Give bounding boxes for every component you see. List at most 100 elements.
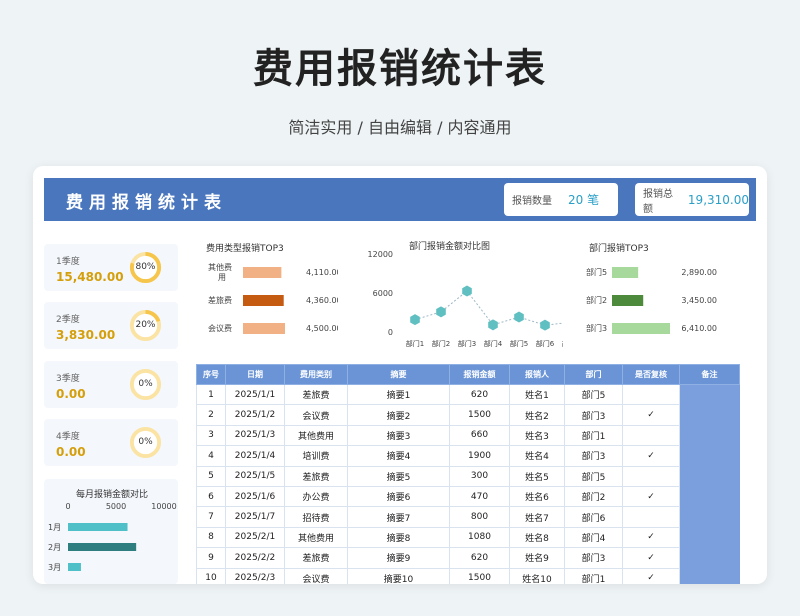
- table-cell[interactable]: 2025/1/5: [225, 465, 285, 487]
- table-cell[interactable]: 1900: [449, 445, 510, 467]
- note-cell[interactable]: [679, 567, 740, 584]
- table-cell[interactable]: 培训费: [284, 445, 348, 467]
- table-row[interactable]: 6 2025/1/6 办公费 摘要6 470 姓名6 部门2 ✓: [196, 485, 740, 508]
- table-cell[interactable]: 1500: [449, 567, 510, 584]
- table-row[interactable]: 2 2025/1/2 会议费 摘要2 1500 姓名2 部门3 ✓: [196, 404, 740, 426]
- table-cell[interactable]: [622, 424, 680, 447]
- table-cell[interactable]: 办公费: [284, 485, 348, 508]
- table-cell[interactable]: 5: [196, 465, 226, 487]
- table-cell[interactable]: 差旅费: [284, 383, 348, 406]
- table-cell[interactable]: 800: [449, 506, 510, 528]
- table-cell[interactable]: 部门5: [564, 465, 623, 487]
- table-cell[interactable]: 其他费用: [284, 526, 348, 549]
- table-row[interactable]: 5 2025/1/5 差旅费 摘要5 300 姓名5 部门5: [196, 465, 740, 487]
- table-cell[interactable]: 部门3: [564, 445, 623, 467]
- table-cell[interactable]: 姓名5: [509, 465, 565, 487]
- table-cell[interactable]: 摘要7: [347, 506, 450, 528]
- column-header[interactable]: 报销人: [509, 364, 565, 385]
- table-cell[interactable]: 摘要1: [347, 383, 450, 406]
- table-cell[interactable]: 姓名6: [509, 485, 565, 508]
- table-cell[interactable]: 2025/2/2: [225, 547, 285, 569]
- table-cell[interactable]: 摘要8: [347, 526, 450, 549]
- table-cell[interactable]: ✓: [622, 445, 680, 467]
- table-cell[interactable]: [622, 383, 680, 406]
- table-cell[interactable]: 部门6: [564, 506, 623, 528]
- table-cell[interactable]: 1: [196, 383, 226, 406]
- column-header[interactable]: 部门: [564, 364, 623, 385]
- table-cell[interactable]: 620: [449, 383, 510, 406]
- table-cell[interactable]: 摘要5: [347, 465, 450, 487]
- table-cell[interactable]: 姓名10: [509, 567, 565, 584]
- table-cell[interactable]: 2025/2/3: [225, 567, 285, 584]
- table-cell[interactable]: ✓: [622, 567, 680, 584]
- table-cell[interactable]: 3: [196, 424, 226, 447]
- table-row[interactable]: 7 2025/1/7 招待费 摘要7 800 姓名7 部门6: [196, 506, 740, 528]
- table-cell[interactable]: 部门3: [564, 547, 623, 569]
- note-cell[interactable]: [679, 547, 740, 569]
- table-cell[interactable]: 摘要10: [347, 567, 450, 584]
- note-cell[interactable]: [679, 485, 740, 508]
- table-cell[interactable]: 6: [196, 485, 226, 508]
- column-header[interactable]: 费用类别: [284, 364, 348, 385]
- table-cell[interactable]: 2025/2/1: [225, 526, 285, 549]
- note-cell[interactable]: [679, 506, 740, 528]
- table-cell[interactable]: 会议费: [284, 567, 348, 584]
- table-row[interactable]: 10 2025/2/3 会议费 摘要10 1500 姓名10 部门1 ✓: [196, 567, 740, 584]
- table-cell[interactable]: 摘要2: [347, 404, 450, 426]
- table-cell[interactable]: 招待费: [284, 506, 348, 528]
- table-cell[interactable]: 2025/1/7: [225, 506, 285, 528]
- table-row[interactable]: 9 2025/2/2 差旅费 摘要9 620 姓名9 部门3 ✓: [196, 547, 740, 569]
- table-cell[interactable]: 姓名8: [509, 526, 565, 549]
- table-cell[interactable]: 姓名7: [509, 506, 565, 528]
- table-cell[interactable]: 部门3: [564, 404, 623, 426]
- table-cell[interactable]: 姓名1: [509, 383, 565, 406]
- column-header[interactable]: 序号: [196, 364, 226, 385]
- table-cell[interactable]: 差旅费: [284, 465, 348, 487]
- note-cell[interactable]: [679, 526, 740, 549]
- table-cell[interactable]: [622, 465, 680, 487]
- table-cell[interactable]: 2025/1/1: [225, 383, 285, 406]
- table-cell[interactable]: [622, 506, 680, 528]
- table-cell[interactable]: 4: [196, 445, 226, 467]
- table-cell[interactable]: 会议费: [284, 404, 348, 426]
- note-cell[interactable]: [679, 424, 740, 447]
- table-cell[interactable]: 9: [196, 547, 226, 569]
- column-header[interactable]: 备注: [679, 364, 740, 385]
- table-row[interactable]: 8 2025/2/1 其他费用 摘要8 1080 姓名8 部门4 ✓: [196, 526, 740, 549]
- table-cell[interactable]: 2025/1/4: [225, 445, 285, 467]
- table-cell[interactable]: 470: [449, 485, 510, 508]
- table-cell[interactable]: 300: [449, 465, 510, 487]
- table-cell[interactable]: 8: [196, 526, 226, 549]
- column-header[interactable]: 摘要: [347, 364, 450, 385]
- table-cell[interactable]: 姓名3: [509, 424, 565, 447]
- column-header[interactable]: 是否复核: [622, 364, 680, 385]
- table-cell[interactable]: 2025/1/6: [225, 485, 285, 508]
- table-cell[interactable]: 2: [196, 404, 226, 426]
- table-row[interactable]: 4 2025/1/4 培训费 摘要4 1900 姓名4 部门3 ✓: [196, 445, 740, 467]
- table-cell[interactable]: ✓: [622, 404, 680, 426]
- table-cell[interactable]: ✓: [622, 526, 680, 549]
- table-cell[interactable]: ✓: [622, 485, 680, 508]
- column-header[interactable]: 日期: [225, 364, 285, 385]
- note-cell[interactable]: [679, 383, 740, 406]
- table-cell[interactable]: 部门2: [564, 485, 623, 508]
- table-cell[interactable]: 620: [449, 547, 510, 569]
- table-row[interactable]: 1 2025/1/1 差旅费 摘要1 620 姓名1 部门5: [196, 383, 740, 406]
- note-cell[interactable]: [679, 445, 740, 467]
- table-cell[interactable]: 1500: [449, 404, 510, 426]
- table-cell[interactable]: 姓名4: [509, 445, 565, 467]
- table-cell[interactable]: 部门1: [564, 567, 623, 584]
- table-cell[interactable]: 10: [196, 567, 226, 584]
- table-cell[interactable]: 1080: [449, 526, 510, 549]
- table-cell[interactable]: 2025/1/2: [225, 404, 285, 426]
- table-cell[interactable]: 部门1: [564, 424, 623, 447]
- column-header[interactable]: 报销金额: [449, 364, 510, 385]
- table-cell[interactable]: 7: [196, 506, 226, 528]
- table-cell[interactable]: 摘要6: [347, 485, 450, 508]
- table-cell[interactable]: 姓名9: [509, 547, 565, 569]
- table-cell[interactable]: ✓: [622, 547, 680, 569]
- table-cell[interactable]: 差旅费: [284, 547, 348, 569]
- note-cell[interactable]: [679, 465, 740, 487]
- table-cell[interactable]: 部门4: [564, 526, 623, 549]
- table-cell[interactable]: 2025/1/3: [225, 424, 285, 447]
